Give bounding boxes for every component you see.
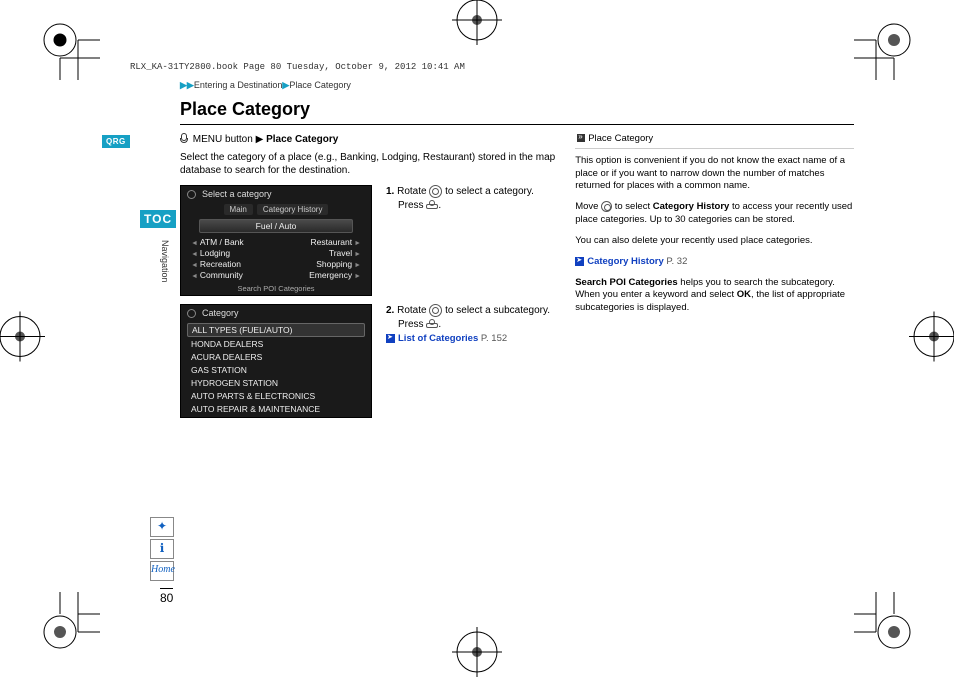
mic-icon — [180, 133, 188, 145]
right-link-page: P. 32 — [666, 256, 687, 267]
scr1-r0l: ATM / Bank — [191, 237, 276, 247]
scr1-footer: Search POI Categories — [181, 282, 371, 295]
page-number: 80 — [160, 588, 173, 605]
right-header: Place Category — [575, 133, 854, 149]
right-link-label: Category History — [587, 256, 664, 267]
breadcrumb-b: Place Category — [289, 80, 351, 90]
breadcrumb-a: Entering a Destination — [194, 80, 283, 90]
crop-mark-tr — [854, 20, 914, 83]
scr2-item-3: GAS STATION — [187, 364, 365, 376]
link-bullet-icon — [575, 257, 584, 266]
scr2-item-6: AUTO REPAIR & MAINTENANCE — [187, 403, 365, 415]
right-p4a: Search POI Categories — [575, 277, 677, 288]
home-icon[interactable]: Home — [150, 561, 174, 581]
reg-mark-top — [452, 0, 502, 48]
menu-target: Place Category — [266, 134, 338, 145]
scr2-item-1: HONDA DEALERS — [187, 338, 365, 350]
step2-t1: Rotate — [397, 305, 426, 316]
scr2-item-4: HYDROGEN STATION — [187, 377, 365, 389]
scr1-r1r: Travel — [276, 248, 361, 258]
back-icon — [187, 190, 196, 199]
scr1-header: Select a category — [202, 189, 272, 199]
right-p3: You can also delete your recently used p… — [575, 235, 854, 248]
right-p2: Move to select Category History to acces… — [575, 201, 854, 227]
step1-text: 1. Rotate to select a category. Press . — [386, 185, 557, 296]
toc-badge[interactable]: TOC — [140, 210, 176, 228]
right-p2bold: Category History — [653, 201, 730, 212]
right-p2a: Move — [575, 201, 598, 212]
scr2-item-5: AUTO PARTS & ELECTRONICS — [187, 390, 365, 402]
menu-prefix: MENU button — [193, 134, 253, 145]
scr2-item-2: ACURA DEALERS — [187, 351, 365, 363]
press-icon — [426, 200, 438, 210]
scr1-r1l: Lodging — [191, 248, 276, 258]
crop-mark-br — [854, 592, 914, 655]
scr1-tab-main: Main — [224, 204, 253, 215]
screenshot-select-category: Select a category Main Category History … — [180, 185, 372, 296]
note-icon — [577, 134, 585, 142]
right-header-text: Place Category — [588, 133, 653, 144]
rotate-dial-icon — [429, 304, 442, 317]
reg-mark-right — [909, 311, 954, 364]
reg-mark-left — [0, 311, 45, 364]
crop-mark-tl — [40, 20, 100, 83]
book-header: RLX_KA-31TY2800.book Page 80 Tuesday, Oc… — [130, 62, 465, 72]
scr1-tab-history: Category History — [257, 204, 329, 215]
menu-path: MENU button ▶ Place Category — [180, 133, 557, 145]
step2-text: 2. Rotate to select a subcategory. Press… — [386, 304, 557, 418]
step2-press: Press — [398, 319, 424, 330]
right-p4bold: OK — [737, 289, 751, 300]
scr1-selected: Fuel / Auto — [199, 219, 353, 233]
screenshot-category-list: Category ALL TYPES (FUEL/AUTO) HONDA DEA… — [180, 304, 372, 418]
list-of-categories-link[interactable]: List of Categories P. 152 — [386, 333, 557, 346]
section-tab: Navigation — [160, 240, 170, 283]
right-p1: This option is convenient if you do not … — [575, 155, 854, 193]
step2-t2: to select a subcategory. — [445, 305, 550, 316]
step1-num: 1. — [386, 186, 394, 197]
reg-mark-bottom — [452, 627, 502, 680]
step2-num: 2. — [386, 305, 394, 316]
scr1-r3l: Community — [191, 270, 276, 280]
move-dial-icon — [601, 201, 612, 212]
scr1-r2r: Shopping — [276, 259, 361, 269]
category-history-link[interactable]: Category History P. 32 — [575, 256, 854, 269]
press-icon — [426, 319, 438, 329]
step1-t1: Rotate — [397, 186, 426, 197]
step1-press: Press — [398, 200, 424, 211]
page-title: Place Category — [180, 99, 854, 125]
qrg-badge[interactable]: QRG — [102, 135, 130, 148]
step1-t2: to select a category. — [445, 186, 534, 197]
intro-text: Select the category of a place (e.g., Ba… — [180, 151, 557, 177]
rotate-dial-icon — [429, 185, 442, 198]
right-p4: Search POI Categories helps you to searc… — [575, 277, 854, 315]
scr2-item-0: ALL TYPES (FUEL/AUTO) — [187, 323, 365, 337]
scr2-header: Category — [202, 308, 239, 318]
step2-link-page: P. 152 — [481, 333, 507, 344]
scr1-r2l: Recreation — [191, 259, 276, 269]
breadcrumb: ▶▶Entering a Destination▶Place Category — [180, 80, 854, 91]
link-bullet-icon — [386, 334, 395, 343]
back-icon — [187, 309, 196, 318]
info-icon[interactable]: ℹ — [150, 539, 174, 559]
voice-icon[interactable]: ✦ — [150, 517, 174, 537]
crop-mark-bl — [40, 592, 100, 655]
right-p2b: to select — [615, 201, 650, 212]
scr1-r3r: Emergency — [276, 270, 361, 280]
scr1-r0r: Restaurant — [276, 237, 361, 247]
step2-link-label: List of Categories — [398, 333, 478, 344]
